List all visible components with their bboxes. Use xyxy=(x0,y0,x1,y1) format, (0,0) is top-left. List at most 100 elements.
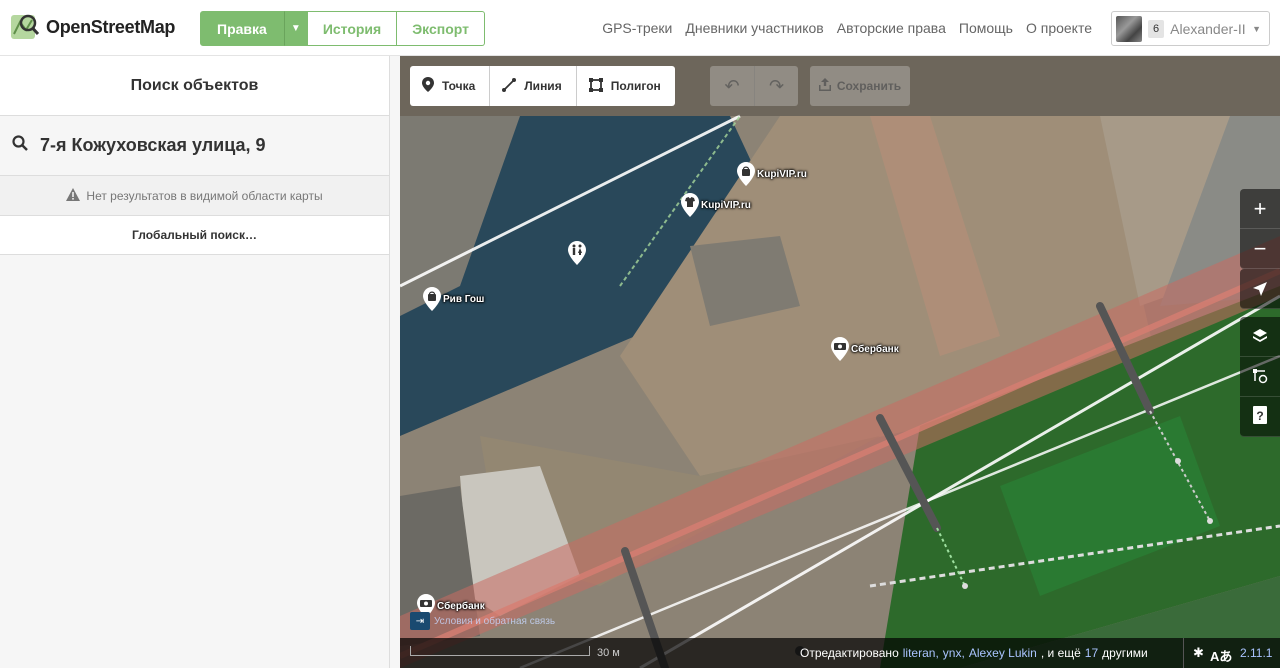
poi-label: Рив Гош xyxy=(443,293,485,305)
poi-label: Сбербанк xyxy=(851,343,899,355)
bank-icon xyxy=(831,337,849,361)
logo-text: OpenStreetMap xyxy=(46,16,176,37)
add-polygon-label: Полигон xyxy=(610,79,661,93)
bug-report-icon[interactable]: ✱ xyxy=(1193,645,1209,661)
edit-attribution: Отредактировано literan, ynx, Alexey Luk… xyxy=(800,646,1148,660)
shopping-bag-icon xyxy=(423,287,441,311)
undo-redo-group: ↶ ↷ xyxy=(710,66,798,106)
save-button[interactable]: Сохранить xyxy=(810,66,910,106)
geolocate-button[interactable] xyxy=(1240,269,1280,309)
contributor-link[interactable]: Alexey Lukin xyxy=(969,646,1037,660)
username: Alexander-II xyxy=(1170,20,1246,37)
background-layers-button[interactable] xyxy=(1240,317,1280,357)
poi-marker[interactable]: Сбербанк xyxy=(831,337,899,361)
feature-search-panel: Поиск объектов Не xyxy=(0,56,390,668)
svg-text:?: ? xyxy=(1256,409,1263,423)
add-polygon-button[interactable]: Полигон xyxy=(577,66,675,106)
zoom-in-button[interactable]: + xyxy=(1240,189,1280,229)
nav-copyright[interactable]: Авторские права xyxy=(837,20,946,36)
poi-marker[interactable]: KupiVIP.ru xyxy=(737,162,807,186)
add-line-label: Линия xyxy=(524,79,562,93)
header: OpenStreetMap Правка ▼ История Экспорт G… xyxy=(0,0,1280,56)
poi-label: KupiVIP.ru xyxy=(757,168,807,180)
warning-icon xyxy=(66,187,81,204)
terms-text: Условия и обратная связь xyxy=(434,615,556,627)
draw-tools: Точка Линия Полигон xyxy=(410,66,675,106)
translate-icon[interactable]: Aあ xyxy=(1210,646,1232,665)
add-point-label: Точка xyxy=(442,79,476,93)
no-results-message: Нет результатов в видимой области карты xyxy=(0,176,389,216)
poi-marker[interactable]: Рив Гош xyxy=(423,287,484,311)
help-button[interactable]: ? xyxy=(1240,397,1280,437)
map-area[interactable]: Точка Линия Полигон ↶ ↷ Сохранить KupiVI… xyxy=(400,56,1280,668)
global-search-button[interactable]: Глобальный поиск… xyxy=(0,216,389,255)
minus-icon: − xyxy=(1253,235,1267,261)
help-book-icon: ? xyxy=(1253,404,1267,430)
edit-button[interactable]: Правка xyxy=(200,11,284,46)
polygon-icon xyxy=(588,77,603,95)
nav-gps-traces[interactable]: GPS-треки xyxy=(602,20,672,36)
undo-icon: ↶ xyxy=(724,75,740,96)
upload-icon xyxy=(818,78,831,94)
contributor-link[interactable]: literan, xyxy=(903,646,939,660)
sidebar: Поиск объектов Не xyxy=(0,56,400,668)
layers-icon xyxy=(1252,324,1268,350)
add-point-button[interactable]: Точка xyxy=(410,66,491,106)
terms-feedback-link[interactable]: ⇥ Условия и обратная связь xyxy=(410,612,555,630)
history-button[interactable]: История xyxy=(307,11,398,46)
map-pin-icon xyxy=(422,77,434,95)
attribution-suffix: другими xyxy=(1102,646,1148,660)
zoom-out-button[interactable]: − xyxy=(1240,229,1280,269)
attribution-prefix: Отредактировано xyxy=(800,646,899,660)
user-menu[interactable]: 6 Alexander-II ▼ xyxy=(1111,11,1270,46)
contributor-link[interactable]: ynx, xyxy=(943,646,965,660)
caret-down-icon: ▼ xyxy=(1252,24,1261,34)
scale-label: 30 м xyxy=(597,647,620,659)
map-footer: 30 м Отредактировано literan, ynx, Alexe… xyxy=(400,638,1280,668)
map-data-icon xyxy=(1252,364,1268,390)
primary-nav-buttons: Правка ▼ История Экспорт xyxy=(200,11,486,46)
scale-bar[interactable] xyxy=(410,646,590,656)
app-root: OpenStreetMap Правка ▼ История Экспорт G… xyxy=(0,0,1280,668)
secondary-nav: GPS-треки Дневники участников Авторские … xyxy=(602,20,1092,36)
satellite-imagery xyxy=(400,56,1280,668)
nav-user-diaries[interactable]: Дневники участников xyxy=(685,20,823,36)
poi-marker[interactable] xyxy=(568,241,588,265)
message-count-badge: 6 xyxy=(1148,19,1165,38)
caret-down-icon: ▼ xyxy=(290,23,301,34)
search-icon xyxy=(12,135,28,156)
toilets-icon xyxy=(568,241,586,265)
feedback-icon: ⇥ xyxy=(410,612,430,630)
save-label: Сохранить xyxy=(836,79,902,93)
location-arrow-icon xyxy=(1253,276,1267,302)
avatar xyxy=(1116,15,1142,42)
export-button[interactable]: Экспорт xyxy=(397,11,486,46)
attribution-and-more: , и ещё xyxy=(1040,646,1081,660)
map-data-button[interactable] xyxy=(1240,357,1280,397)
poi-marker[interactable]: KupiVIP.ru xyxy=(681,193,751,217)
footer-divider xyxy=(1183,638,1184,668)
shirt-icon xyxy=(681,193,699,217)
nav-about[interactable]: О проекте xyxy=(1026,20,1092,36)
line-icon xyxy=(502,77,517,95)
logo[interactable]: OpenStreetMap xyxy=(10,12,175,42)
shopping-bag-icon xyxy=(737,162,755,186)
search-row xyxy=(0,116,389,176)
version-link[interactable]: 2.11.1 xyxy=(1240,646,1272,660)
poi-label: Сбербанк xyxy=(437,600,485,612)
search-input[interactable] xyxy=(40,135,370,156)
poi-label: KupiVIP.ru xyxy=(701,199,751,211)
redo-icon: ↷ xyxy=(768,75,785,96)
map-controls: + − ? xyxy=(1240,189,1280,437)
no-results-text: Нет результатов в видимой области карты xyxy=(86,188,323,203)
nav-help[interactable]: Помощь xyxy=(959,20,1013,36)
controls-gap xyxy=(1240,309,1280,317)
redo-button[interactable]: ↷ xyxy=(754,66,798,106)
more-contributors-count[interactable]: 17 xyxy=(1085,646,1098,660)
panel-title: Поиск объектов xyxy=(0,56,389,116)
undo-button[interactable]: ↶ xyxy=(710,66,754,106)
osm-logo-icon xyxy=(10,12,40,42)
edit-dropdown-button[interactable]: ▼ xyxy=(283,11,308,46)
add-line-button[interactable]: Линия xyxy=(490,66,577,106)
plus-icon: + xyxy=(1253,195,1267,221)
